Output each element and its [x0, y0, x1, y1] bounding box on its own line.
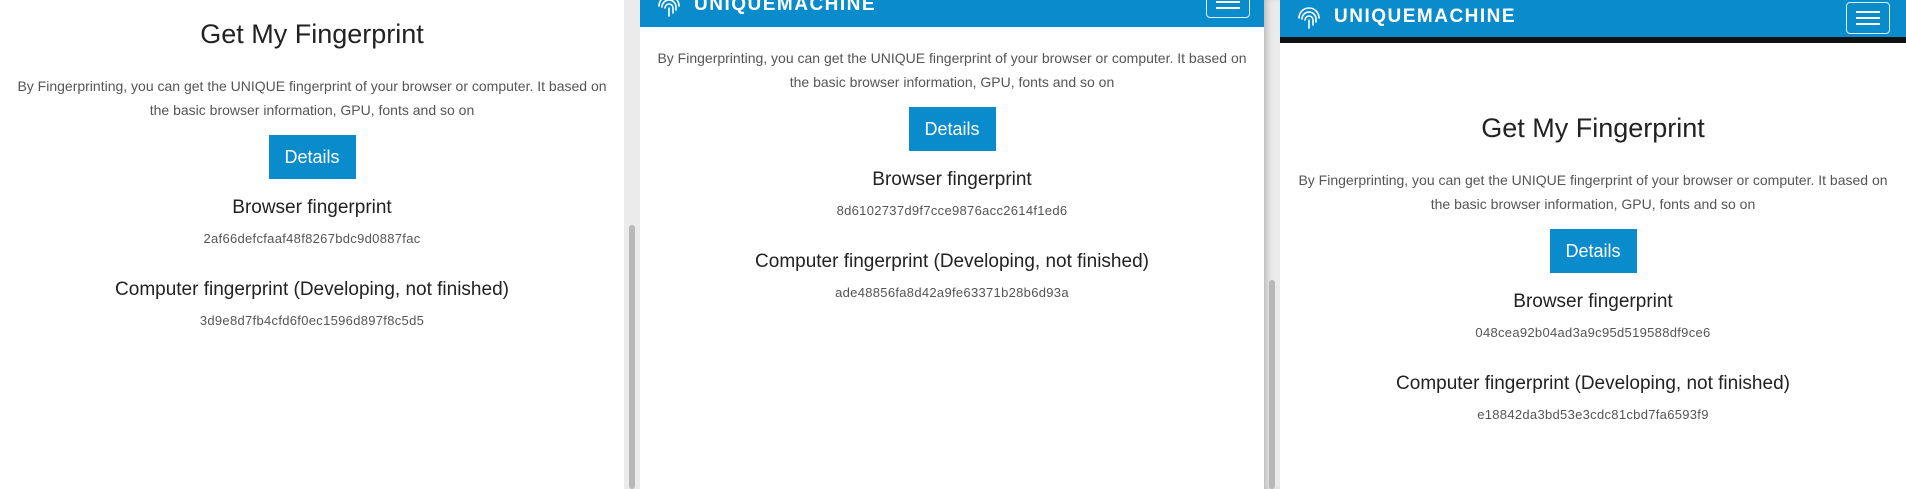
navbar: UNIQUEMACHINE — [1280, 0, 1906, 43]
scrollbar-track[interactable] — [624, 0, 640, 489]
scrollbar-thumb[interactable] — [629, 225, 635, 489]
details-button[interactable]: Details — [1549, 229, 1637, 273]
browser-fingerprint-value: 048cea92b04ad3a9c95d519588df9ce6 — [1475, 325, 1711, 340]
brand-name: UNIQUEMACHINE — [694, 0, 877, 15]
menu-toggle-button[interactable] — [1206, 0, 1250, 18]
viewport-panel-1: Get My Fingerprint By Fingerprinting, yo… — [0, 0, 624, 489]
menu-toggle-button[interactable] — [1846, 2, 1890, 34]
computer-fingerprint-value: 3d9e8d7fb4cfd6f0ec1596d897f8c5d5 — [199, 313, 425, 328]
viewport-panel-3: UNIQUEMACHINE Get My Fingerprint By Fing… — [1280, 0, 1906, 489]
page-description: By Fingerprinting, you can get the UNIQU… — [1298, 172, 1888, 212]
computer-fingerprint-label: Computer fingerprint (Developing, not fi… — [755, 251, 1149, 272]
computer-fingerprint-label: Computer fingerprint (Developing, not fi… — [115, 279, 509, 300]
browser-fingerprint-value: 2af66defcfaaf48f8267bdc9d0887fac — [203, 231, 421, 246]
fingerprint-content: Get My Fingerprint By Fingerprinting, yo… — [0, 16, 624, 330]
scrollbar-track[interactable] — [1264, 0, 1280, 489]
fingerprint-content: Get My Fingerprint By Fingerprinting, yo… — [1280, 110, 1906, 424]
details-button[interactable]: Details — [908, 107, 996, 151]
details-button[interactable]: Details — [268, 135, 356, 179]
page-description: By Fingerprinting, you can get the UNIQU… — [17, 78, 607, 118]
fingerprint-content: By Fingerprinting, you can get the UNIQU… — [640, 46, 1264, 302]
browser-fingerprint-label: Browser fingerprint — [232, 197, 392, 218]
computer-fingerprint-value: ade48856fa8d42a9fe63371b28b6d93a — [835, 285, 1069, 300]
browser-fingerprint-label: Browser fingerprint — [1513, 291, 1673, 312]
browser-fingerprint-value: 8d6102737d9f7cce9876acc2614f1ed6 — [836, 203, 1068, 218]
page-title: Get My Fingerprint — [200, 19, 424, 49]
scrollbar-thumb[interactable] — [1269, 280, 1275, 489]
page-title: Get My Fingerprint — [1481, 113, 1705, 143]
brand-logo[interactable]: UNIQUEMACHINE — [654, 0, 876, 20]
browser-fingerprint-label: Browser fingerprint — [872, 169, 1032, 190]
computer-fingerprint-value: e18842da3bd53e3cdc81cbd7fa6593f9 — [1477, 407, 1709, 422]
fingerprint-icon — [658, 0, 680, 17]
hamburger-icon — [1856, 11, 1880, 13]
computer-fingerprint-label: Computer fingerprint (Developing, not fi… — [1396, 373, 1790, 394]
brand-logo[interactable]: UNIQUEMACHINE — [1294, 2, 1516, 32]
fingerprint-icon — [1298, 7, 1320, 29]
viewport-panel-2: UNIQUEMACHINE By Fingerprinting, you can… — [640, 0, 1264, 489]
brand-name: UNIQUEMACHINE — [1334, 6, 1517, 27]
navbar: UNIQUEMACHINE — [640, 0, 1264, 27]
page-description: By Fingerprinting, you can get the UNIQU… — [657, 50, 1247, 90]
